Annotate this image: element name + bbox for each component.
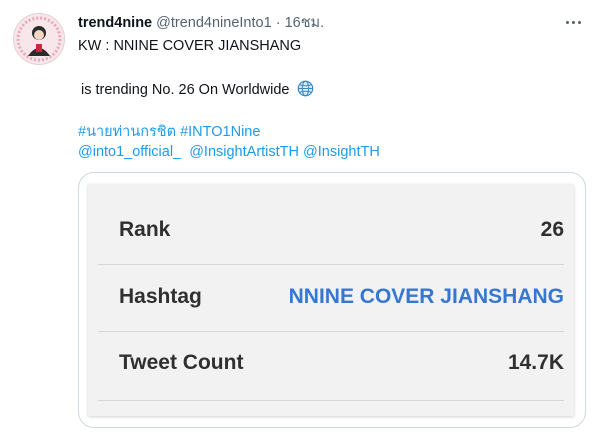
mention-link[interactable]: @InsightTH xyxy=(303,144,380,160)
separator-dot: · xyxy=(275,15,281,31)
stats-row-rank: Rank 26 xyxy=(112,202,564,258)
tweet[interactable]: trend4nine @trend4nineInto1 · 16ชม. KW :… xyxy=(0,0,602,433)
stats-row-hashtag: Hashtag NNINE COVER JIANSHANG xyxy=(112,269,564,325)
globe-icon xyxy=(297,80,314,103)
tweet-line-kw: KW : NNINE COVER JIANSHANG xyxy=(78,38,302,54)
divider xyxy=(98,400,564,401)
avatar[interactable] xyxy=(13,13,65,65)
stats-value: NNINE COVER JIANSHANG xyxy=(288,285,564,308)
display-name[interactable]: trend4nine xyxy=(78,15,152,31)
trend-stats-panel: Rank 26 Hashtag NNINE COVER JIANSHANG Tw… xyxy=(88,184,574,416)
tweet-line-trending: is trending No. 26 On Worldwide xyxy=(81,80,314,103)
hashtag-link[interactable]: #นายท่านกรชิต xyxy=(78,124,176,140)
stats-label: Rank xyxy=(119,218,171,241)
stats-label: Tweet Count xyxy=(119,351,244,374)
divider xyxy=(98,264,564,265)
stats-value: 26 xyxy=(540,218,564,241)
mention-link[interactable]: @into1_official_ xyxy=(78,144,181,160)
timestamp[interactable]: 16ชม. xyxy=(285,15,325,31)
stats-row-tweet-count: Tweet Count 14.7K xyxy=(112,335,564,391)
hashtag-link[interactable]: #INTO1Nine xyxy=(180,124,260,140)
stats-value: 14.7K xyxy=(507,351,564,374)
trending-text: is trending No. 26 On Worldwide xyxy=(81,82,290,98)
more-options-icon[interactable] xyxy=(563,14,585,30)
tweet-header: trend4nine @trend4nineInto1 · 16ชม. xyxy=(78,13,324,33)
media-card[interactable]: Rank 26 Hashtag NNINE COVER JIANSHANG Tw… xyxy=(78,172,586,428)
hashtag-line: #นายท่านกรชิต #INTO1Nine xyxy=(78,122,260,142)
mention-line: @into1_official_ @InsightArtistTH @Insig… xyxy=(78,142,380,162)
user-handle[interactable]: @trend4nineInto1 xyxy=(156,15,272,31)
stats-label: Hashtag xyxy=(119,285,202,308)
mention-link[interactable]: @InsightArtistTH xyxy=(189,144,299,160)
divider xyxy=(98,331,564,332)
